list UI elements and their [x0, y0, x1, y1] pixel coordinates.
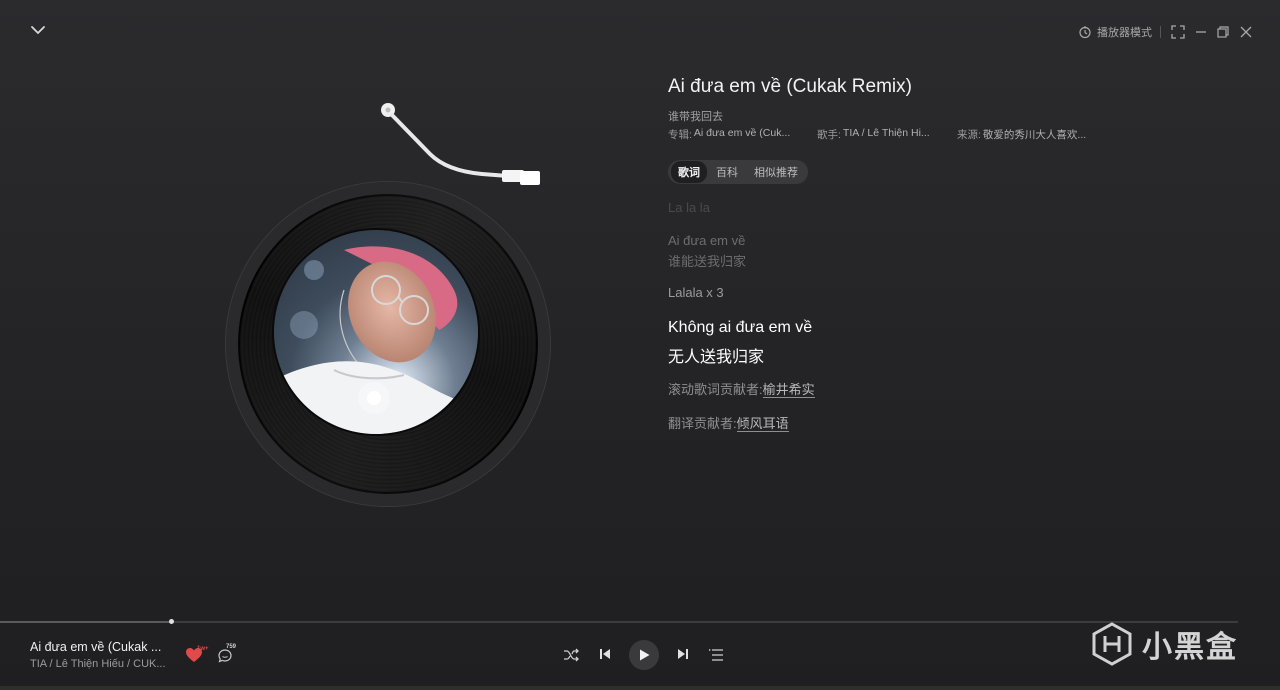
translation-contributor: 翻译贡献者:倾风耳语 [668, 413, 789, 432]
lyrics-tab-bar: 歌词 百科 相似推荐 [668, 160, 808, 184]
song-title: Ai đưa em về (Cukak Remix) [668, 76, 912, 97]
source-link[interactable]: 敬爱的秀川大人喜欢... [983, 127, 1086, 142]
album-label: 专辑: [668, 129, 692, 141]
singer-link[interactable]: TIA / Lê Thiện Hi... [843, 127, 930, 142]
tab-wiki[interactable]: 百科 [709, 161, 745, 183]
watermark: 小黑盒 [1090, 622, 1238, 666]
singer-meta[interactable]: 歌手: TIA / Lê Thiện Hi... [817, 127, 930, 142]
previous-track-icon[interactable] [596, 645, 614, 663]
play-icon [640, 649, 650, 661]
now-playing-title[interactable]: Ai đưa em về (Cukak ... [30, 640, 161, 654]
player-mode-icon [1078, 25, 1092, 39]
source-meta[interactable]: 来源: 敬爱的秀川大人喜欢... [957, 127, 1086, 142]
tab-similar[interactable]: 相似推荐 [747, 161, 805, 183]
lyric-line[interactable]: Lalala x 3 [668, 285, 724, 300]
album-link[interactable]: Ai đưa em về (Cuk... [694, 127, 790, 142]
player-mode-label: 播放器模式 [1097, 27, 1152, 39]
lyric-contributor-link[interactable]: 榆井希实 [762, 382, 815, 398]
progress-fill [0, 621, 171, 623]
now-playing-artist[interactable]: TIA / Lê Thiện Hiếu / CUK... [30, 658, 166, 670]
source-label: 来源: [957, 129, 981, 141]
lyric-contributor-label: 滚动歌词贡献者: [668, 382, 763, 397]
lyric-current-line[interactable]: Không ai đưa em về [668, 319, 812, 337]
play-button[interactable] [629, 640, 659, 670]
watermark-text: 小黑盒 [1142, 631, 1238, 664]
watermark-logo-icon [1090, 622, 1134, 666]
minimize-icon[interactable] [1193, 24, 1209, 40]
tab-lyrics[interactable]: 歌词 [671, 161, 707, 183]
progress-knob[interactable] [168, 619, 174, 624]
progress-bar[interactable] [0, 619, 1238, 624]
player-mode-button[interactable]: 播放器模式 [1078, 24, 1152, 40]
collapse-chevron-icon[interactable] [28, 20, 48, 40]
record-platter [226, 182, 550, 506]
album-meta[interactable]: 专辑: Ai đưa em về (Cuk... [668, 127, 790, 142]
singer-label: 歌手: [817, 129, 841, 141]
close-icon[interactable] [1238, 24, 1254, 40]
lyric-contributor: 滚动歌词贡献者:榆井希实 [668, 379, 815, 398]
song-subtitle: 谁带我回去 [668, 111, 723, 123]
lyric-line[interactable]: Ai đưa em về [668, 233, 745, 248]
lyric-line[interactable]: La la la [668, 200, 710, 215]
translation-contributor-link[interactable]: 倾风耳语 [736, 416, 789, 432]
comment-count-badge: 759 [226, 644, 237, 650]
shuffle-icon[interactable] [561, 645, 581, 665]
translation-contributor-label: 翻译贡献者: [668, 416, 737, 431]
fullscreen-icon[interactable] [1170, 24, 1186, 40]
bottom-edge-strip [0, 686, 1280, 690]
restore-window-icon[interactable] [1215, 24, 1231, 40]
like-count-badge: 1w+ [197, 646, 209, 652]
next-track-icon[interactable] [674, 645, 692, 663]
top-bar-divider [1160, 26, 1161, 38]
tonearm [378, 100, 540, 185]
lyric-current-translation[interactable]: 无人送我归家 [668, 343, 764, 367]
album-cover-art [274, 230, 478, 434]
playlist-icon[interactable] [706, 645, 726, 665]
lyric-translation[interactable]: 谁能送我归家 [668, 251, 746, 270]
